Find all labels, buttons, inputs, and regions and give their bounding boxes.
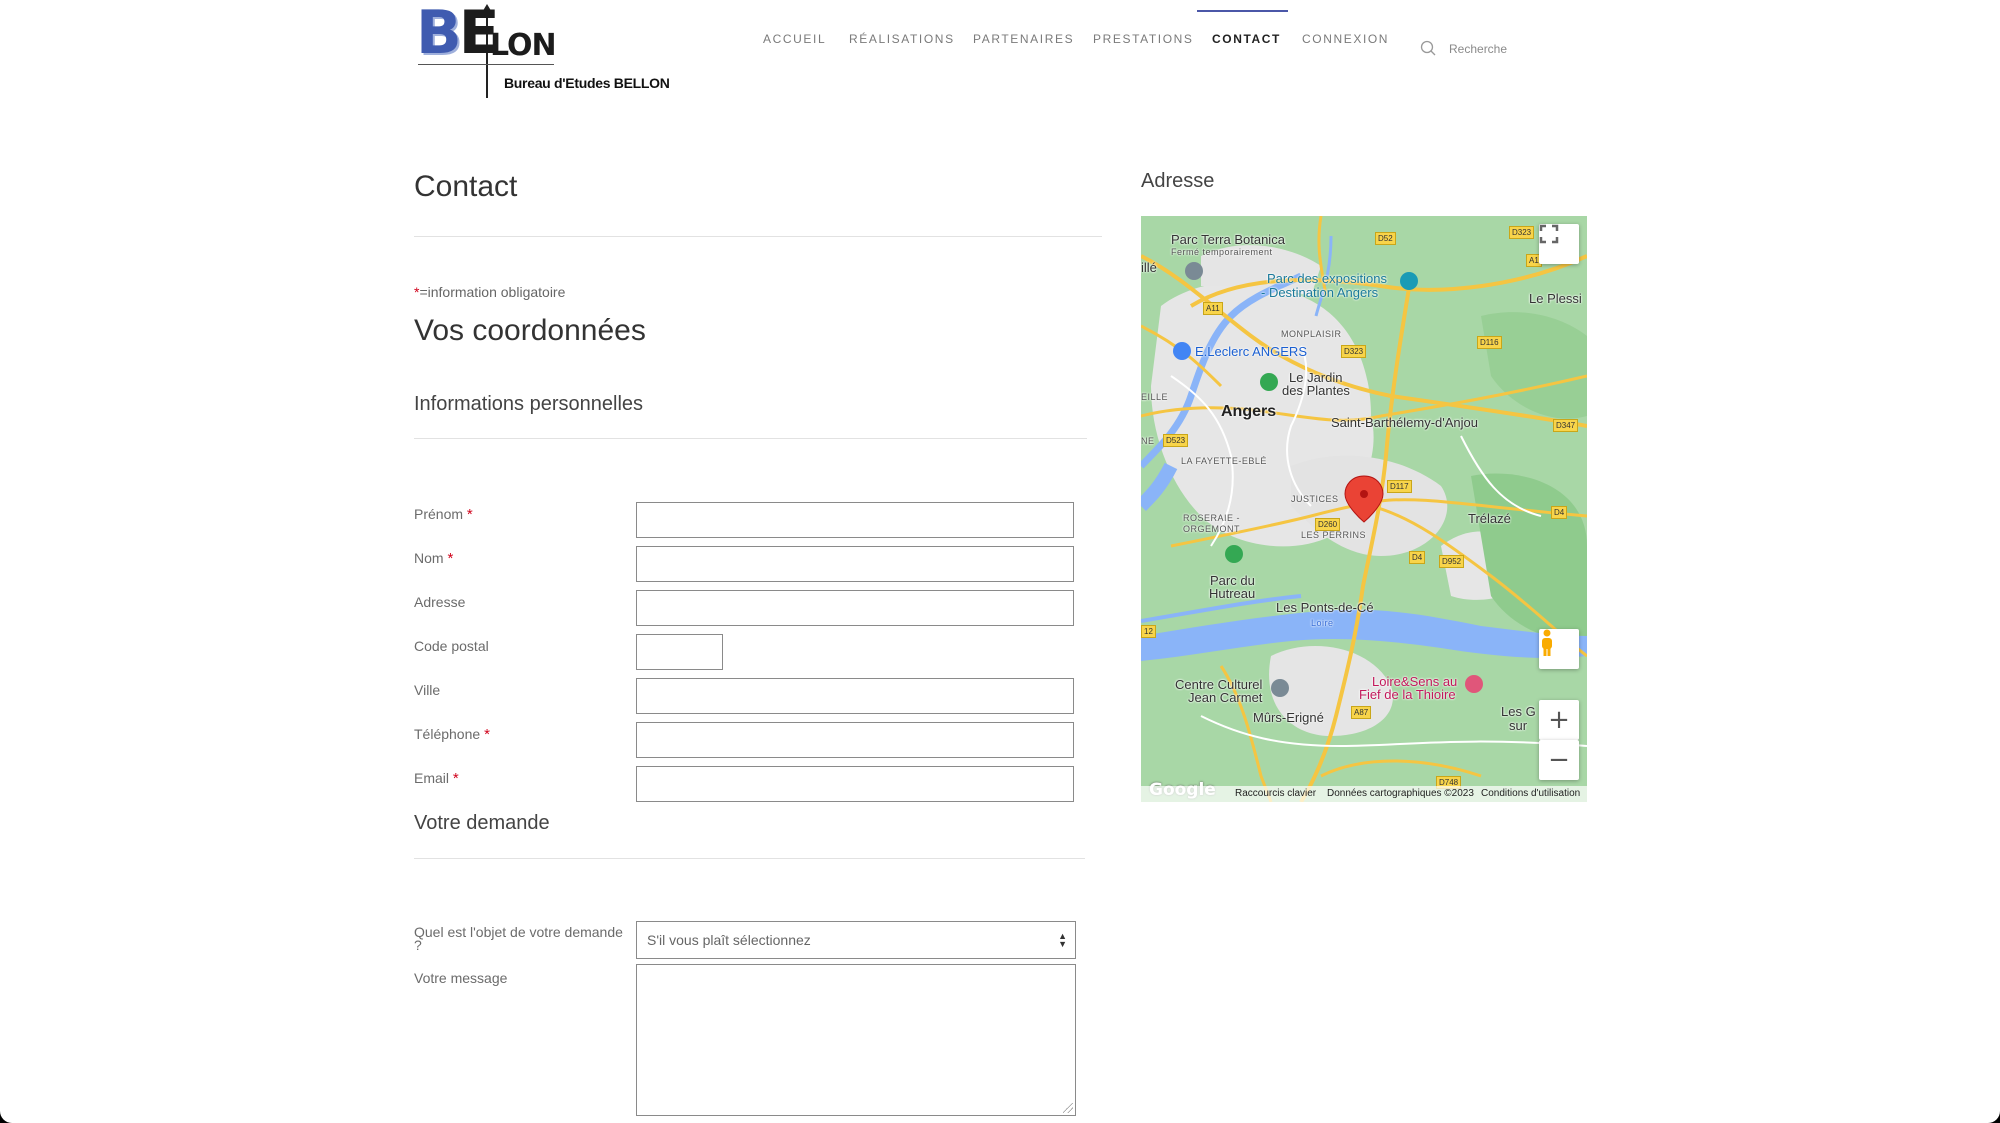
map-label-roseraie1: ROSERAIE - bbox=[1183, 513, 1241, 523]
firstname-label: Prénom * bbox=[414, 506, 473, 523]
search-input[interactable]: Recherche bbox=[1449, 42, 1507, 56]
map-label-angers: Angers bbox=[1221, 403, 1277, 420]
map-label-roseraie2: ORGEMONT bbox=[1183, 524, 1240, 534]
request-divider bbox=[414, 858, 1085, 859]
map-label-lesg2: sur bbox=[1509, 718, 1528, 733]
map-label-terra-sub: Fermé temporairement bbox=[1171, 247, 1273, 257]
map-label-jardin2: des Plantes bbox=[1282, 383, 1350, 398]
map-label-loiresens2: Fief de la Thioire bbox=[1359, 687, 1456, 702]
zoom-in-icon[interactable]: + bbox=[1539, 700, 1579, 740]
street-view-pegman-icon[interactable] bbox=[1539, 629, 1579, 669]
logo-line bbox=[418, 64, 554, 65]
message-label: Votre message bbox=[414, 970, 508, 986]
title-divider bbox=[414, 236, 1102, 237]
lastname-field[interactable] bbox=[636, 546, 1074, 582]
lastname-label: Nom * bbox=[414, 550, 454, 567]
city-label: Ville bbox=[414, 682, 441, 698]
map-label-plessis: Le Plessi bbox=[1529, 291, 1582, 306]
bellon-logo[interactable]: BE LON Bureau d'Etudes BELLON bbox=[414, 0, 670, 102]
map-label-stbarth: Saint-Barthélemy-d'Anjou bbox=[1331, 415, 1478, 430]
road-d52: D52 bbox=[1375, 232, 1396, 245]
select-arrows-icon: ▲ ▼ bbox=[1058, 931, 1067, 949]
road-d323b: D323 bbox=[1341, 345, 1367, 358]
nav-active-indicator bbox=[1197, 10, 1288, 12]
map-label-lafayette: LA FAYETTE-EBLÉ bbox=[1181, 456, 1267, 466]
logo-lon: LON bbox=[490, 28, 557, 63]
city-field[interactable] bbox=[636, 678, 1074, 714]
pegman-glyph bbox=[1542, 629, 1552, 656]
map-keyboard-shortcuts[interactable]: Raccourcis clavier bbox=[1235, 788, 1316, 799]
map-label-ponts: Les Ponts-de-Cé bbox=[1276, 600, 1374, 615]
fullscreen-icon[interactable] bbox=[1539, 224, 1579, 264]
map-label-ille: illé bbox=[1141, 260, 1157, 275]
map-data-credit: Données cartographiques ©2023 bbox=[1327, 788, 1474, 799]
road-d952: D952 bbox=[1439, 555, 1465, 568]
nav-prestations[interactable]: PRESTATIONS bbox=[1093, 32, 1194, 46]
phone-label: Téléphone * bbox=[414, 726, 490, 743]
road-d523: D523 bbox=[1163, 434, 1189, 447]
map-label-trelaze: Trélazé bbox=[1468, 511, 1511, 526]
message-textarea[interactable] bbox=[636, 964, 1076, 1116]
address-label: Adresse bbox=[414, 594, 466, 610]
map-label-ne: NE bbox=[1141, 436, 1155, 446]
subject-select-value: S'il vous plaît sélectionnez bbox=[647, 932, 811, 948]
road-a87: A87 bbox=[1351, 706, 1372, 719]
address-field[interactable] bbox=[636, 590, 1074, 626]
road-d4: D4 bbox=[1551, 506, 1568, 519]
map-label-loire: Loire bbox=[1311, 618, 1334, 628]
firstname-field[interactable] bbox=[636, 502, 1074, 538]
map-label-leclerc: E.Leclerc ANGERS bbox=[1195, 344, 1307, 359]
postcode-field[interactable] bbox=[636, 634, 723, 670]
map-label-expo: Parc des expositions bbox=[1267, 271, 1387, 286]
road-d117: D117 bbox=[1387, 480, 1412, 493]
phone-field[interactable] bbox=[636, 722, 1074, 758]
road-d323: D323 bbox=[1509, 226, 1535, 239]
map-label-expo2: - Destination Angers bbox=[1261, 285, 1379, 300]
fullscreen-glyph bbox=[1539, 224, 1559, 244]
road-12: 12 bbox=[1141, 625, 1156, 638]
map-label-eille: EILLE bbox=[1141, 392, 1169, 402]
section-title: Vos coordonnées bbox=[414, 314, 646, 347]
logo-subtitle: Bureau d'Etudes BELLON bbox=[504, 75, 670, 91]
logo-letters: BE bbox=[416, 0, 500, 68]
map-label-hutreau2: Hutreau bbox=[1209, 586, 1256, 601]
postcode-label: Code postal bbox=[414, 638, 489, 654]
nav-realisations[interactable]: RÉALISATIONS bbox=[849, 32, 955, 46]
nav-contact[interactable]: CONTACT bbox=[1212, 32, 1281, 46]
map-footer: Raccourcis clavier Données cartographiqu… bbox=[1141, 786, 1587, 802]
nav-connexion[interactable]: CONNEXION bbox=[1302, 32, 1389, 46]
page-title: Contact bbox=[414, 170, 518, 203]
email-label: Email * bbox=[414, 770, 459, 787]
email-field[interactable] bbox=[636, 766, 1074, 802]
resize-handle-icon[interactable] bbox=[1063, 1103, 1073, 1113]
address-title: Adresse bbox=[1141, 170, 1215, 192]
map-label-monplaisir: MONPLAISIR bbox=[1281, 329, 1342, 339]
road-d347: D347 bbox=[1553, 419, 1579, 432]
nav-partenaires[interactable]: PARTENAIRES bbox=[973, 32, 1074, 46]
google-map[interactable]: Parc Terra Botanica Fermé temporairement… bbox=[1141, 216, 1587, 802]
page: BE LON Bureau d'Etudes BELLON ACCUEIL RÉ… bbox=[0, 0, 2000, 1123]
road-a11: A11 bbox=[1203, 302, 1223, 315]
map-label-terra: Parc Terra Botanica bbox=[1171, 232, 1285, 247]
map-label-murs: Mûrs-Erigné bbox=[1253, 710, 1324, 725]
map-label-lesg: Les G bbox=[1501, 704, 1536, 719]
request-title: Votre demande bbox=[414, 812, 550, 834]
road-d116: D116 bbox=[1477, 336, 1502, 349]
zoom-out-icon[interactable]: − bbox=[1539, 740, 1579, 780]
map-label-centre2: Jean Carmet bbox=[1188, 690, 1263, 705]
nav-accueil[interactable]: ACCUEIL bbox=[763, 32, 826, 46]
road-d4b: D4 bbox=[1409, 551, 1426, 564]
map-terms-link[interactable]: Conditions d'utilisation bbox=[1481, 788, 1580, 799]
search-icon[interactable] bbox=[1420, 40, 1436, 56]
subject-label: Quel est l'objet de votre demande ? bbox=[414, 924, 623, 953]
required-note: *=information obligatoire bbox=[414, 284, 566, 300]
subject-select[interactable]: S'il vous plaît sélectionnez ▲ ▼ bbox=[636, 921, 1076, 959]
personal-divider bbox=[414, 438, 1087, 439]
map-label-justices: JUSTICES bbox=[1291, 494, 1339, 504]
road-d260: D260 bbox=[1315, 518, 1341, 531]
map-label-perrins: LES PERRINS bbox=[1301, 530, 1367, 540]
personal-info-title: Informations personnelles bbox=[414, 393, 644, 415]
